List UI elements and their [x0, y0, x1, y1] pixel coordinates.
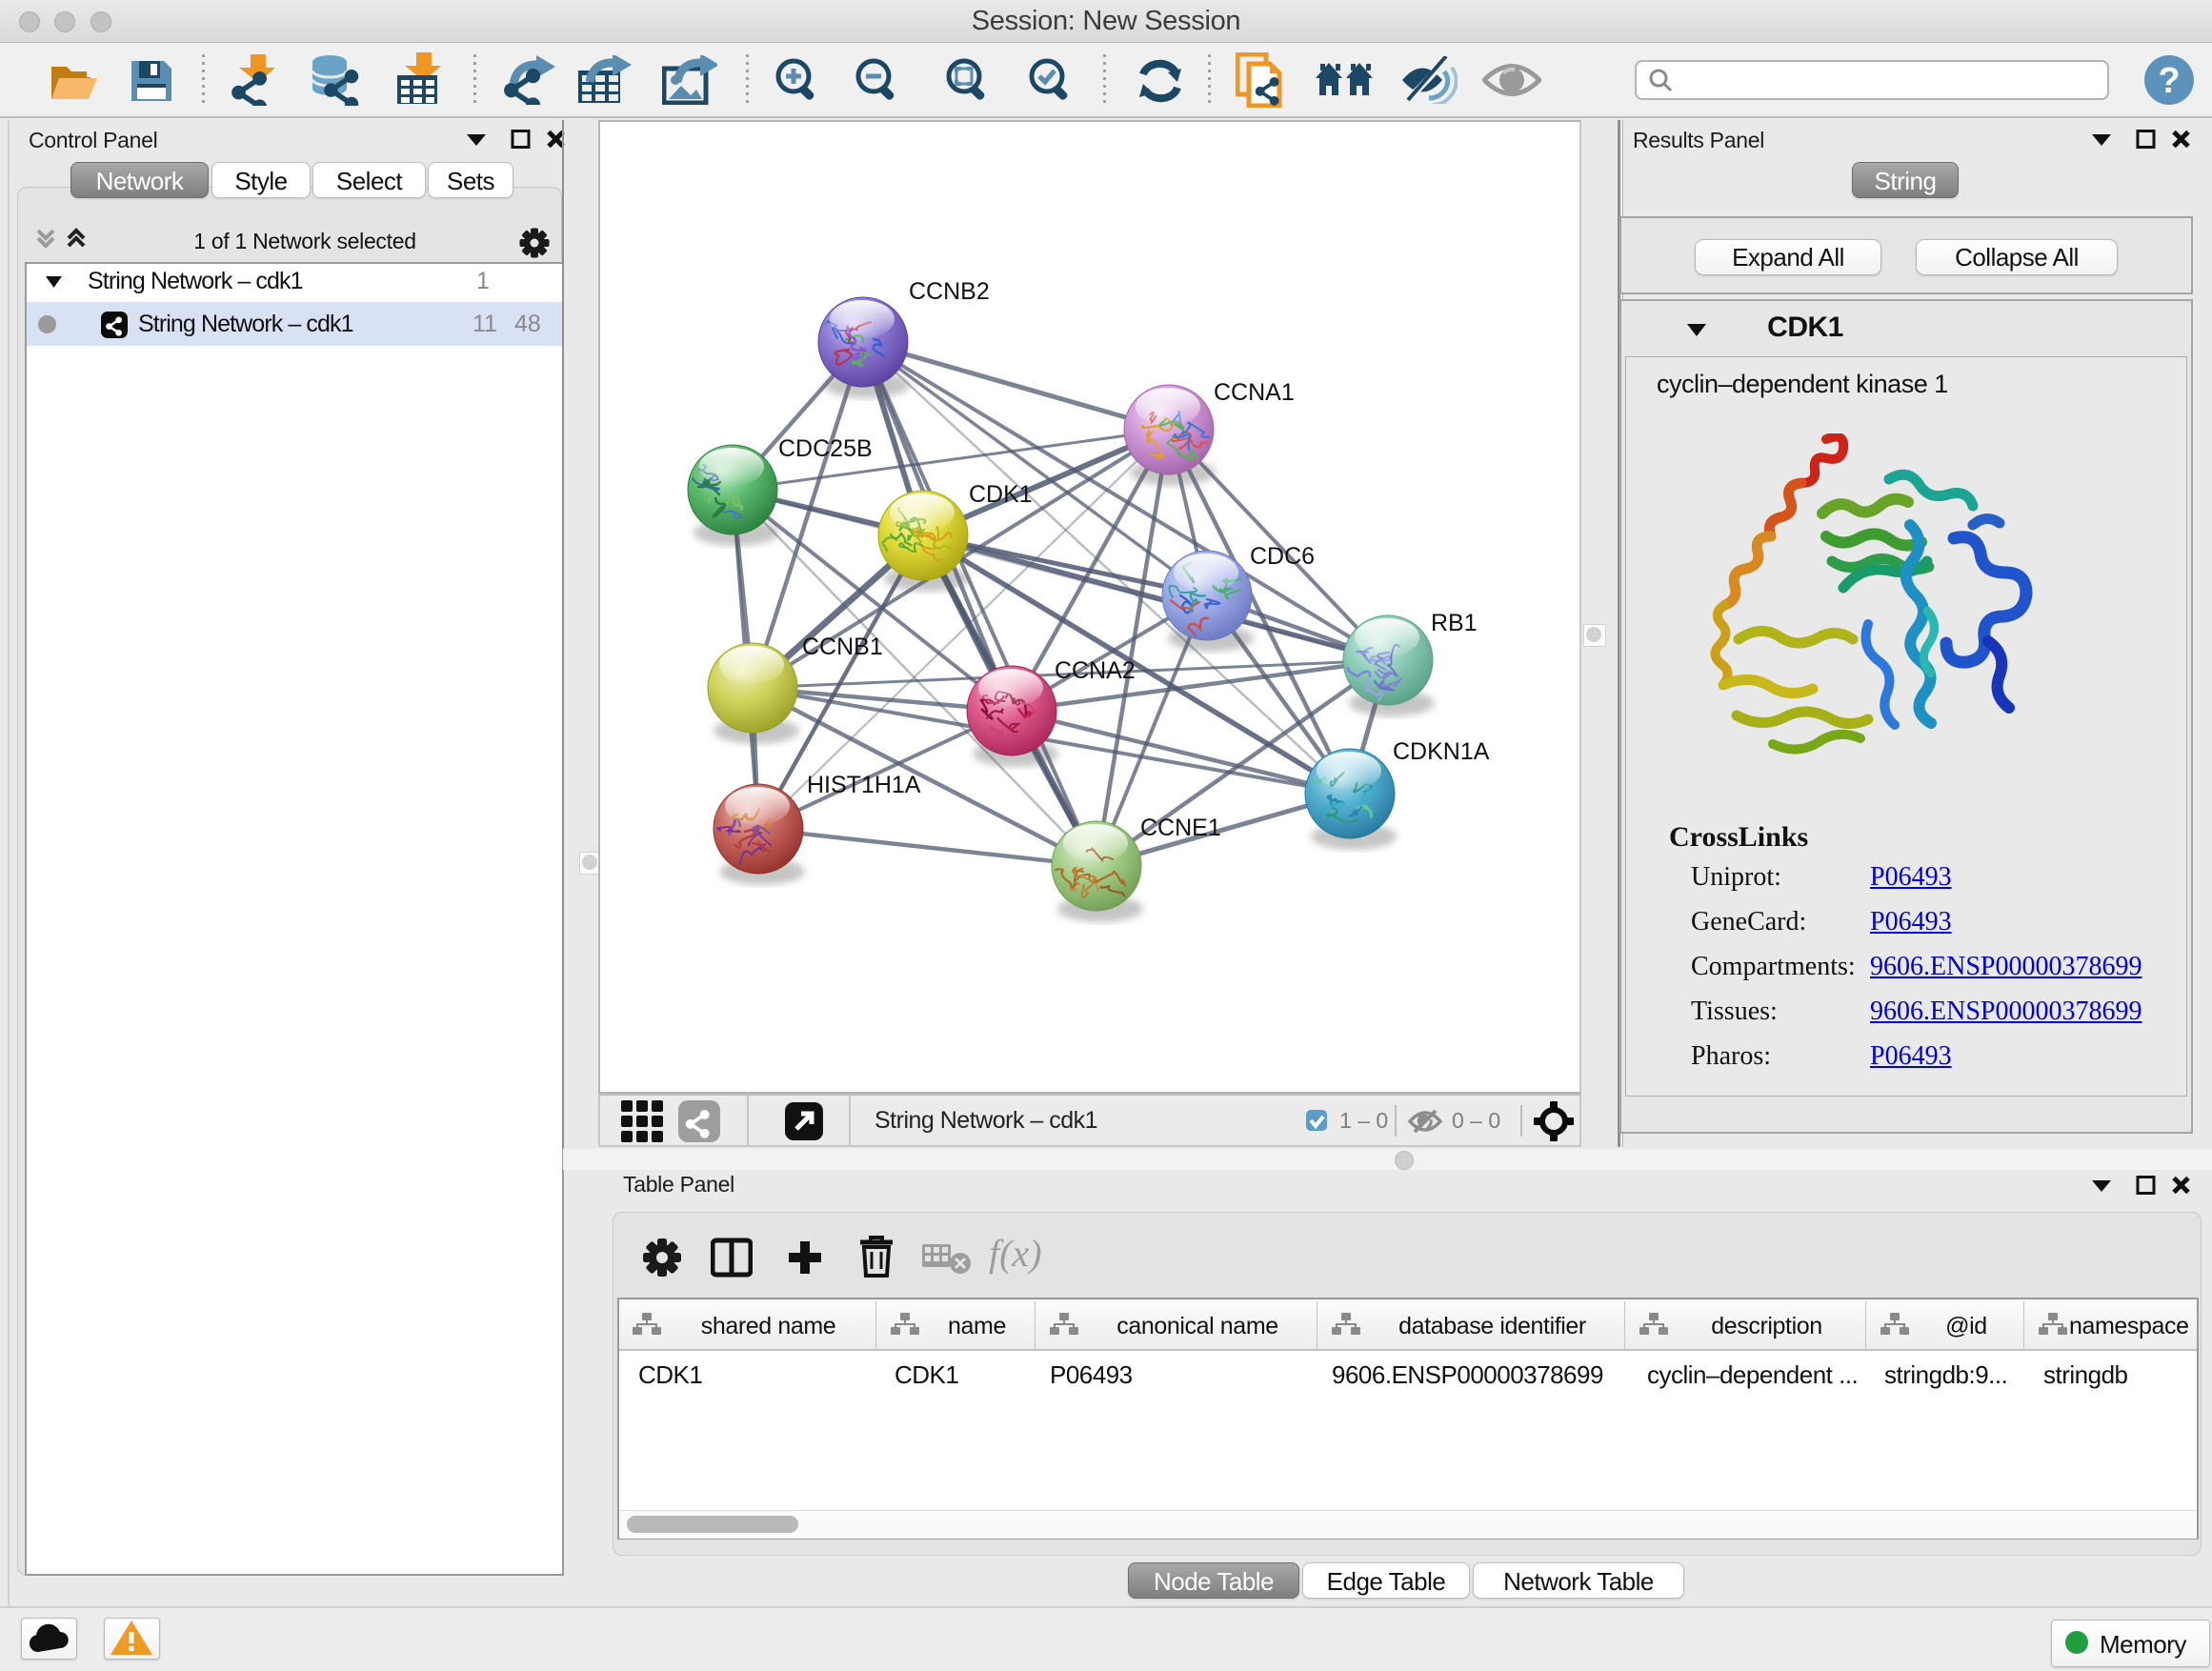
svg-text:CDC25B: CDC25B	[778, 435, 873, 462]
svg-text:CCNA2: CCNA2	[1055, 657, 1136, 684]
svg-text:HIST1H1A: HIST1H1A	[807, 772, 921, 798]
svg-text:CDC6: CDC6	[1250, 543, 1315, 570]
svg-text:CCNE1: CCNE1	[1140, 815, 1221, 841]
svg-text:CCNB1: CCNB1	[802, 634, 883, 660]
svg-text:CDKN1A: CDKN1A	[1393, 738, 1490, 765]
svg-text:?: ?	[2158, 61, 2180, 101]
svg-text:RB1: RB1	[1431, 610, 1478, 636]
svg-text:CCNB2: CCNB2	[909, 278, 990, 305]
svg-text:CDK1: CDK1	[969, 481, 1033, 508]
svg-text:CCNA1: CCNA1	[1214, 379, 1295, 406]
